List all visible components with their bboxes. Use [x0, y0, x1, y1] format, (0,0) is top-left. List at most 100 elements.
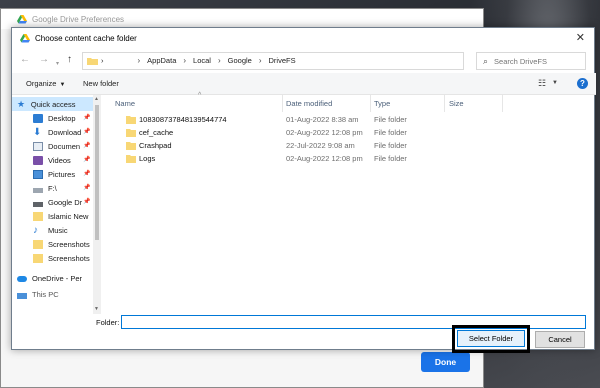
google-drive-icon — [20, 34, 30, 43]
column-header-type[interactable]: Type — [374, 95, 390, 112]
scroll-down-icon[interactable]: ▼ — [94, 306, 99, 312]
sidebar-item-label: Quick access — [30, 99, 76, 109]
dialog-titlebar: Choose content cache folder ✕ — [12, 28, 594, 49]
sidebar-item-music[interactable]: ♪ Music — [12, 223, 92, 237]
folder-icon — [126, 142, 136, 150]
pin-icon: 📌 — [83, 129, 91, 135]
documents-icon — [33, 141, 43, 151]
breadcrumb-appdata[interactable]: AppData — [147, 56, 176, 65]
organize-label: Organize — [26, 79, 57, 88]
chevron-down-icon[interactable]: ▼ — [552, 80, 558, 86]
pin-icon: 📌 — [83, 171, 91, 177]
file-row[interactable]: cef_cache 02-Aug-2022 12:08 pm File fold… — [108, 127, 448, 140]
dialog-title: Choose content cache folder — [35, 34, 137, 43]
pc-icon — [17, 293, 27, 299]
file-name: Logs — [139, 154, 156, 163]
pictures-icon — [33, 169, 43, 179]
sidebar-item-islamic-new[interactable]: Islamic New — [12, 209, 100, 223]
google-drive-icon — [17, 14, 27, 23]
sort-ascending-icon: ^ — [198, 92, 202, 99]
column-divider[interactable] — [444, 95, 445, 112]
sidebar-item-pictures[interactable]: Pictures 📌 — [12, 167, 92, 181]
file-type: File folder — [374, 128, 407, 137]
command-toolbar: Organize ▼ New folder ☷ ▼ ? — [12, 73, 596, 95]
sidebar-item-downloads[interactable]: ⬇ Download 📌 — [12, 125, 92, 139]
address-bar[interactable]: › › AppData › Local › Google › DriveFS ▾… — [82, 52, 522, 70]
column-header-size[interactable]: Size — [449, 95, 464, 112]
sidebar-item-quick-access[interactable]: ★ Quick access — [12, 97, 93, 111]
done-button[interactable]: Done — [421, 352, 470, 372]
breadcrumb: › › AppData › Local › Google › DriveFS — [101, 56, 296, 65]
pin-icon: 📌 — [83, 199, 91, 205]
recent-dropdown-icon[interactable]: ▾ — [56, 58, 59, 70]
file-list: Name ^ Date modified Type Size 108308737… — [108, 92, 592, 314]
pin-icon: 📌 — [83, 115, 91, 121]
breadcrumb-drivefs[interactable]: DriveFS — [269, 56, 296, 65]
sidebar-item-screenshots-2[interactable]: Screenshots — [12, 251, 100, 265]
folder-icon — [33, 239, 43, 249]
organize-button[interactable]: Organize ▼ — [26, 79, 65, 88]
pin-icon: 📌 — [83, 143, 91, 149]
scroll-up-icon[interactable]: ▲ — [94, 96, 99, 102]
file-date: 22-Jul-2022 9:08 am — [286, 141, 355, 150]
file-row[interactable]: 108308737848139544774 01-Aug-2022 8:38 a… — [108, 114, 448, 127]
folder-icon — [87, 58, 98, 65]
file-type: File folder — [374, 115, 407, 124]
file-date: 01-Aug-2022 8:38 am — [286, 115, 359, 124]
breadcrumb-separator: › — [217, 56, 221, 65]
breadcrumb-separator: › — [137, 56, 141, 65]
breadcrumb-google[interactable]: Google — [228, 56, 252, 65]
navigation-pane: ★ Quick access Desktop 📌 ⬇ Download 📌 Do… — [12, 95, 101, 314]
music-icon: ♪ — [33, 224, 38, 236]
file-type: File folder — [374, 154, 407, 163]
desktop-icon — [33, 113, 43, 123]
close-icon[interactable]: ✕ — [576, 32, 585, 44]
file-type: File folder — [374, 141, 407, 150]
file-name: Crashpad — [139, 141, 172, 150]
cancel-button[interactable]: Cancel — [535, 331, 585, 348]
breadcrumb-chevron[interactable]: › — [101, 56, 104, 65]
column-header-name[interactable]: Name — [115, 95, 135, 112]
new-folder-button[interactable]: New folder — [83, 79, 119, 88]
folder-icon — [33, 211, 43, 221]
up-arrow-icon[interactable]: ↑ — [67, 54, 72, 66]
view-options-icon[interactable]: ☷ — [538, 78, 546, 89]
sidebar-item-label: Music — [48, 225, 68, 235]
select-folder-button[interactable]: Select Folder — [457, 330, 525, 347]
breadcrumb-local[interactable]: Local — [193, 56, 211, 65]
column-divider[interactable] — [370, 95, 371, 112]
file-row[interactable]: Logs 02-Aug-2022 12:08 pm File folder — [108, 153, 448, 166]
sidebar-item-desktop[interactable]: Desktop 📌 — [12, 111, 92, 125]
column-header-date[interactable]: Date modified — [286, 95, 332, 112]
column-divider[interactable] — [282, 95, 283, 112]
sidebar-item-screenshots[interactable]: Screenshots — [12, 237, 100, 251]
sidebar-item-this-pc[interactable]: This PC — [12, 290, 92, 299]
sidebar-item-documents[interactable]: Documen 📌 — [12, 139, 92, 153]
file-row[interactable]: Crashpad 22-Jul-2022 9:08 am File folder — [108, 140, 448, 153]
back-arrow-icon[interactable]: ← — [20, 54, 30, 66]
videos-icon — [33, 155, 43, 165]
file-name: cef_cache — [139, 128, 174, 137]
forward-arrow-icon[interactable]: → — [39, 54, 49, 66]
sidebar-item-onedrive[interactable]: OneDrive - Per — [12, 271, 94, 285]
sidebar-item-label: This PC — [32, 290, 59, 299]
scrollbar-thumb[interactable] — [95, 105, 99, 240]
sidebar-item-videos[interactable]: Videos 📌 — [12, 153, 92, 167]
sidebar-item-google-drive[interactable]: Google Dr 📌 — [12, 195, 92, 209]
star-icon: ★ — [17, 98, 26, 109]
parent-window-title: Google Drive Preferences — [32, 14, 125, 24]
breadcrumb-separator: › — [183, 56, 187, 65]
folder-icon — [33, 253, 43, 263]
column-divider[interactable] — [502, 95, 503, 112]
sidebar-item-f-drive[interactable]: F:\ 📌 — [12, 181, 92, 195]
sidebar-item-label: OneDrive - Per — [32, 273, 83, 283]
search-box[interactable]: ⌕ — [476, 52, 586, 70]
onedrive-icon — [17, 276, 27, 282]
search-input[interactable] — [494, 56, 581, 66]
navigation-bar: ← → ▾ ↑ › › AppData › Local › Google › D… — [12, 49, 596, 73]
google-drive-icon — [33, 201, 43, 207]
help-icon[interactable]: ? — [577, 78, 588, 89]
folder-icon — [126, 116, 136, 124]
chevron-down-icon: ▼ — [59, 82, 66, 88]
sidebar-scrollbar[interactable]: ▲ ▼ — [93, 95, 101, 314]
